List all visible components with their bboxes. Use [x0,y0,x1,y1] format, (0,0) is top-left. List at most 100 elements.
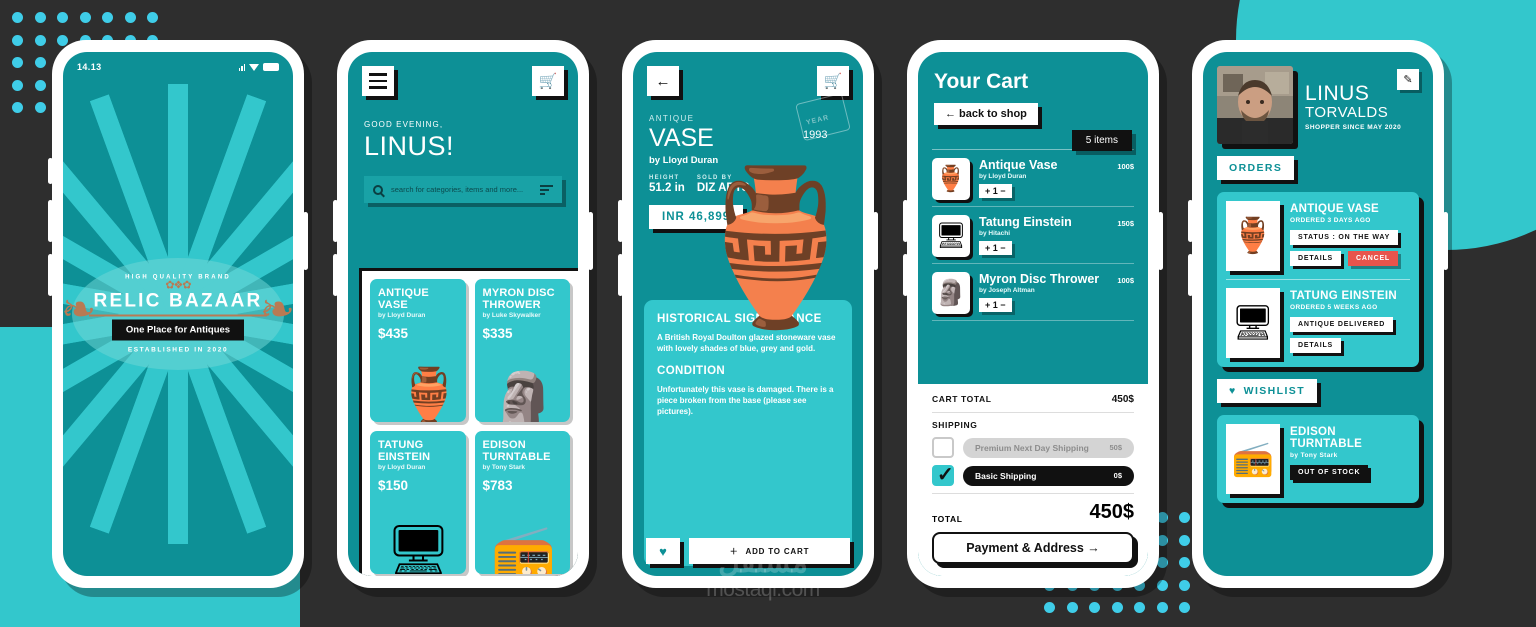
phone-volume-up-button [903,200,908,242]
battery-icon [263,63,279,71]
product-author: by Lloyd Duran [378,312,426,319]
watermark-latin: mostaql.com [706,578,820,601]
product-author: by Luke Skywalker [482,312,541,319]
shipping-checkbox-basic[interactable] [932,462,954,487]
order-cancel-button[interactable]: CANCEL [1348,251,1398,266]
product-detail-screen: ← 🛒 YEAR 1993 ANTIQUE VASE by Lloyd Dura… [633,52,863,576]
summary-divider [932,493,1134,494]
phone-profile-screen: LINUS TORVALDS SHOPPER SINCE MAY 2020 ✎ … [1188,40,1448,588]
shipping-option-premium[interactable]: Premium Next Day Shipping 50$ [932,437,1134,458]
filter-icon[interactable] [540,184,553,195]
search-placeholder: search for categories, items and more... [391,185,524,194]
quantity-stepper[interactable]: + 1 − [979,298,1012,312]
back-arrow-icon[interactable]: ← [647,66,679,96]
brand-logo: ❧ ❧ HIGH QUALITY BRAND ✿❖✿ RELIC BAZAAR … [63,274,293,354]
wishlist-row[interactable]: 📻 EDISON TURNTABLE by Tony Stark OUT OF … [1226,424,1410,494]
product-image: 🏺 [396,367,462,422]
shopping-cart-icon[interactable]: 🛒 [532,66,564,96]
order-row[interactable]: 🖥 TATUNG EINSTEIN ORDERED 5 WEEKS AGO AN… [1226,279,1410,358]
profile-first-name: LINUS [1305,82,1370,105]
cart-summary: CART TOTAL 450$ SHIPPING Premium Next Da… [918,384,1148,576]
total-label: TOTAL [932,514,963,524]
condition-heading: CONDITION [657,365,726,377]
status-bar: 14.13 [63,52,293,82]
total-value: 450$ [1089,501,1135,523]
phone-power-button [1443,212,1448,270]
cart-item[interactable]: 🏺 Antique Vase by Lloyd Duran + 1 − 100$ [932,150,1134,207]
order-row[interactable]: 🏺 ANTIQUE VASE ORDERED 3 DAYS AGO STATUS… [1226,201,1410,271]
cart-item-price: 100$ [1117,276,1134,285]
phone-volume-up-button [333,200,338,242]
pencil-edit-icon[interactable]: ✎ [1397,69,1419,90]
hamburger-menu-icon[interactable] [362,66,394,96]
shipping-label: SHIPPING [932,420,978,430]
product-hero-image: 🏺 [682,163,863,331]
product-card[interactable]: EDISON TURNTABLE by Tony Stark $783 📻 [474,431,570,574]
watermark-arabic: مستقل [718,546,808,579]
brand-ribbon: HIGH QUALITY BRAND [125,274,231,281]
greeting-text: GOOD EVENING, [364,120,444,129]
signal-icon [238,63,245,71]
product-title: MYRON DISC THROWER [482,287,555,311]
quantity-stepper[interactable]: + 1 − [979,184,1012,198]
profile-last-name: TORVALDS [1305,104,1389,121]
phone-splash-screen: 14.13 ❧ ❧ HIGH QUALITY BRAND ✿❖✿ RELIC B… [48,40,308,588]
order-details-button[interactable]: DETAILS [1290,338,1342,353]
product-title: ANTIQUE VASE [378,287,429,311]
product-grid: ANTIQUE VASE by Lloyd Duran $435 🏺 MYRON… [362,271,578,576]
phone-power-button [588,212,593,270]
orders-section-button[interactable]: ORDERS [1217,156,1295,180]
cart-screen: Your Cart ← back to shop 5 items 🏺 Antiq… [918,52,1148,576]
shipping-premium-name: Premium Next Day Shipping [975,442,1089,453]
cart-item-name: Myron Disc Thrower [979,272,1100,286]
quantity-stepper[interactable]: + 1 − [979,241,1012,255]
order-title: TATUNG EINSTEIN [1290,290,1397,302]
product-card[interactable]: ANTIQUE VASE by Lloyd Duran $435 🏺 [370,279,466,422]
phone-volume-down-button [618,254,623,296]
brand-divider [89,314,267,317]
product-grid-panel: ANTIQUE VASE by Lloyd Duran $435 🏺 MYRON… [359,268,578,576]
cart-item-author: by Joseph Altman [979,287,1035,294]
product-price: $335 [482,326,513,341]
phone-volume-down-button [333,254,338,296]
total-row: TOTAL 450$ [932,501,1134,524]
product-image: 📻 [491,523,556,574]
shipping-option-basic[interactable]: Basic Shipping 0$ [932,462,1134,487]
order-title: ANTIQUE VASE [1290,203,1380,215]
historical-significance-body: A British Royal Doulton glazed stoneware… [657,333,836,353]
phone-power-button [1158,212,1163,270]
page-title: Your Cart [934,70,1029,93]
product-price: $435 [378,326,409,341]
cart-item[interactable]: 🖥 Tatung Einstein by Hitachi + 1 − 150$ [932,207,1134,264]
profile-header: LINUS TORVALDS SHOPPER SINCE MAY 2020 ✎ [1203,52,1433,144]
product-card[interactable]: MYRON DISC THROWER by Luke Skywalker $33… [474,279,570,422]
product-price: $150 [378,478,409,493]
wishlist-section-button[interactable]: ♥ WISHLIST [1217,379,1318,403]
order-status-badge: STATUS : ON THE WAY [1290,230,1399,245]
cart-item-thumbnail: 🗿 [932,272,970,314]
home-header: 🛒 [348,52,578,96]
product-title: TATUNG EINSTEIN [378,439,431,463]
condition-body: Unfortunately this vase is damaged. Ther… [657,385,834,416]
cart-total-value: 450$ [1111,394,1134,405]
cart-item-thumbnail: 🖥 [932,215,970,257]
back-to-shop-button[interactable]: ← back to shop [934,103,1038,125]
tag-year-value: 1993 [803,129,828,141]
heart-icon: ♥ [1229,385,1237,397]
cart-item-price: 150$ [1117,219,1134,228]
order-details-button[interactable]: DETAILS [1290,251,1342,266]
detail-header: ← 🛒 [633,52,863,96]
shopping-cart-icon[interactable]: 🛒 [817,66,849,96]
cart-item[interactable]: 🗿 Myron Disc Thrower by Joseph Altman + … [932,264,1134,321]
order-thumbnail: 🖥 [1226,288,1280,358]
product-card[interactable]: TATUNG EINSTEIN by Lloyd Duran $150 🖥 [370,431,466,574]
product-info-panel: HISTORICAL SIGNIFICANCE A British Royal … [644,300,852,566]
wifi-icon [249,63,259,71]
brand-established: ESTABLISHED IN 2020 [127,346,229,354]
shipping-checkbox-premium[interactable] [932,437,954,458]
payment-address-button[interactable]: Payment & Address → [932,532,1134,564]
status-time: 14.13 [77,62,102,72]
search-input[interactable]: search for categories, items and more... [364,176,562,203]
phone-power-button [873,212,878,270]
product-author: by Tony Stark [482,464,526,471]
